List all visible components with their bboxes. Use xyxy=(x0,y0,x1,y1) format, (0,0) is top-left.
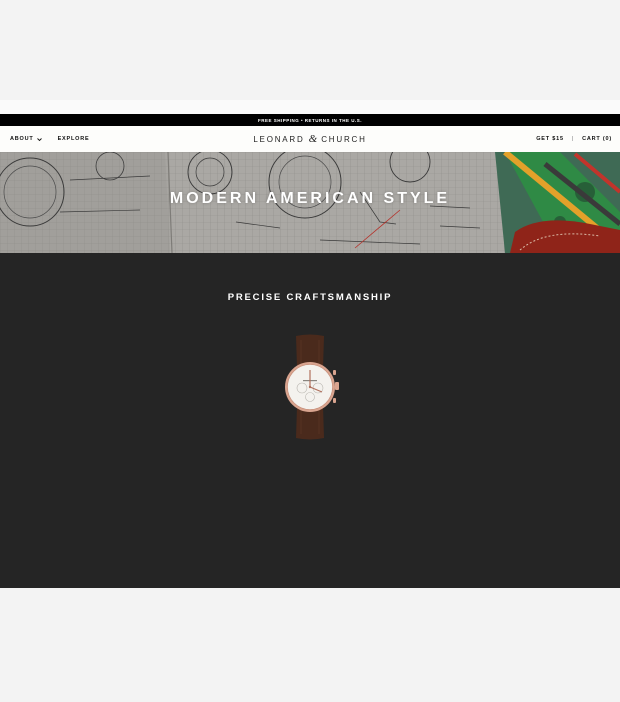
hero-title: MODERN AMERICAN STYLE xyxy=(169,190,451,207)
logo-ampersand: & xyxy=(308,133,318,145)
page-top-space xyxy=(0,0,620,100)
site-header: ABOUT EXPLORE LEONARD & CHURCH GET $15 |… xyxy=(0,126,620,152)
cart-link[interactable]: CART (0) xyxy=(582,136,612,142)
nav-right: GET $15 | CART (0) xyxy=(536,136,612,142)
page-gap xyxy=(0,100,620,114)
nav-separator: | xyxy=(571,136,575,142)
logo-text-left: LEONARD xyxy=(253,135,309,144)
site-logo[interactable]: LEONARD & CHURCH xyxy=(0,133,620,145)
section-title: PRECISE CRAFTSMANSHIP xyxy=(227,292,393,303)
watch-icon[interactable] xyxy=(281,334,339,440)
promo-bar: FREE SHIPPING • RETURNS IN THE U.S. xyxy=(0,114,620,126)
get-15-link[interactable]: GET $15 xyxy=(536,136,564,142)
logo-text-right: CHURCH xyxy=(317,135,367,144)
promo-text: FREE SHIPPING • RETURNS IN THE U.S. xyxy=(257,117,363,123)
hero-banner: MODERN AMERICAN STYLE xyxy=(0,152,620,253)
